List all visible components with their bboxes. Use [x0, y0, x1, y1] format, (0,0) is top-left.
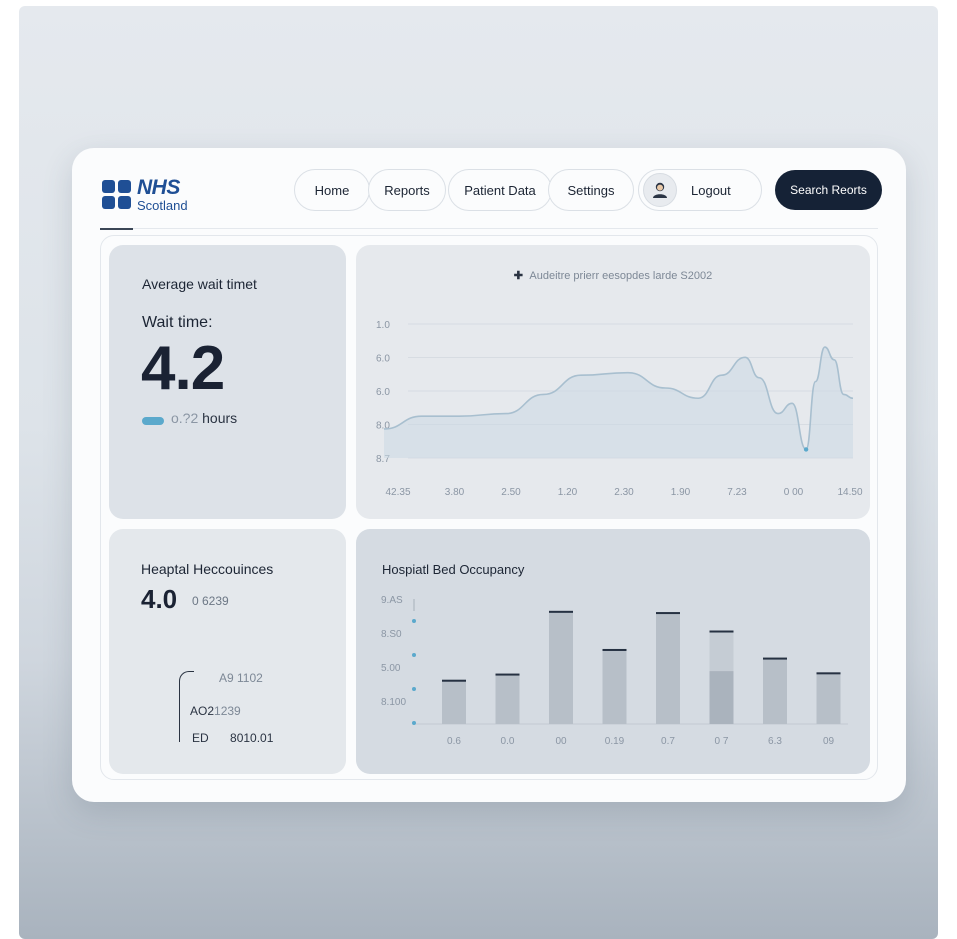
bar-cap — [816, 672, 841, 675]
x-tick-label: 0.6 — [447, 736, 461, 747]
y-tick-label: 6.0 — [376, 354, 390, 365]
x-tick-label: 1.90 — [671, 487, 691, 498]
y-tick-label: 9.AS — [381, 595, 403, 606]
nhs-logo[interactable]: NHS Scotland — [102, 175, 188, 213]
x-tick-label: 7.23 — [727, 487, 747, 498]
x-tick-label: 0 7 — [715, 736, 729, 747]
bar-overlay — [709, 671, 734, 724]
wait-sub-value: o.?2 — [171, 410, 199, 426]
logo-region: Scotland — [137, 197, 188, 213]
x-tick-label: 1.20 — [558, 487, 578, 498]
x-tick-label: 0 00 — [784, 487, 804, 498]
y-tick-dot — [412, 653, 416, 657]
bar-cap — [495, 673, 520, 676]
x-tick-label: 6.3 — [768, 736, 782, 747]
nav-settings-label: Settings — [567, 182, 615, 198]
line-point — [803, 447, 809, 452]
hospital-card: Heaptal Heccouinces 4.0 0 6239 A9 1102 A… — [109, 529, 346, 774]
bar — [816, 672, 841, 724]
hospital-card-title: Heaptal Heccouinces — [141, 561, 274, 577]
logo-grid-icon — [102, 179, 131, 209]
user-logout-control[interactable]: Logout — [638, 169, 762, 211]
x-tick-label: 2.30 — [614, 487, 634, 498]
line-chart-card: ✚ Audeitre prierr eesopdes larde S2002 1… — [356, 245, 870, 519]
bar — [763, 657, 787, 724]
logout-label[interactable]: Logout — [691, 183, 731, 198]
bar — [442, 679, 466, 724]
x-tick-label: 00 — [555, 736, 567, 747]
nav-patient-data-label: Patient Data — [464, 182, 536, 198]
x-tick-label: 09 — [823, 736, 835, 747]
x-tick-label: 0.0 — [501, 736, 515, 747]
y-tick-dot — [412, 619, 416, 623]
hospital-stat-3: ED 8010.01 — [192, 731, 273, 745]
x-tick-label: 3.80 — [445, 487, 465, 498]
bar-cap — [442, 679, 466, 682]
line-chart: 1.06.06.08.08.742.35 3.80 2.50 1.20 2.30 1.90… — [376, 320, 863, 498]
hospital-stat-1: A9 1102 — [219, 671, 263, 685]
search-reports-button[interactable]: Search Reorts — [775, 170, 882, 210]
y-tick-label: 5.00 — [381, 663, 401, 674]
bar — [549, 610, 573, 724]
y-tick-label: 8.S0 — [381, 629, 402, 640]
nav-home-label: Home — [314, 182, 350, 198]
bar-cap — [656, 612, 680, 615]
y-tick-label: 8.100 — [381, 697, 406, 708]
x-tick-label: 14.50 — [837, 487, 862, 498]
logo-name: NHS — [137, 175, 180, 199]
nav-reports[interactable]: Reports — [368, 169, 446, 211]
hospital-stat-3-value: 8010.01 — [230, 731, 274, 745]
hospital-stat-2: AO21239 — [190, 704, 241, 718]
header-divider — [100, 228, 878, 229]
bar-cap — [763, 657, 787, 660]
hospital-value: 4.0 — [141, 584, 178, 614]
x-tick-label: 0.19 — [605, 736, 625, 747]
line-area — [384, 347, 853, 458]
wait-unit: hours — [202, 410, 238, 426]
bar — [495, 673, 520, 724]
wait-indicator-pill — [142, 417, 164, 425]
bar-cap — [549, 610, 573, 613]
bar-cap — [709, 630, 734, 633]
nav-patient-data[interactable]: Patient Data — [448, 169, 552, 211]
bar-cap — [602, 648, 627, 651]
hospital-stat-3-label: ED — [192, 731, 209, 745]
y-tick-dot — [412, 721, 416, 725]
bar-chart: 9.AS 8.S0 5.00 8.100 0.6 0.0 00 0.19 0.7 0 7 6.3 09 — [381, 595, 848, 747]
search-reports-label: Search Reorts — [790, 183, 867, 197]
bed-occupancy-card: Hospiatl Bed Occupancy 9.AS 8.S0 5.00 8.100… — [356, 529, 870, 774]
active-indicator — [100, 228, 133, 230]
hospital-stat-1-value: A9 1102 — [219, 671, 263, 685]
bar — [656, 612, 680, 724]
wait-time-label: Wait time: — [142, 314, 213, 331]
x-tick-label: 0.7 — [661, 736, 675, 747]
x-tick-label: 42.35 — [385, 487, 410, 498]
hospital-stat-2-value: 1239 — [214, 704, 241, 718]
dashboard-window: NHS Scotland Home Reports Patient Data S… — [72, 148, 906, 802]
bar-upper — [709, 630, 734, 672]
nav-home[interactable]: Home — [294, 169, 370, 211]
wait-card-title: Average wait timet — [142, 276, 257, 292]
nav-reports-label: Reports — [384, 182, 430, 198]
user-avatar-icon[interactable] — [643, 173, 677, 207]
y-tick-label: 6.0 — [376, 387, 390, 398]
nav-settings[interactable]: Settings — [548, 169, 634, 211]
hospital-stat-2-label: AO2 — [190, 704, 215, 718]
wait-time-card: Average wait timet Wait time: 4.2 o.?2 h… — [109, 245, 346, 519]
wait-hours: o.?2 hours — [171, 410, 237, 426]
y-tick-label: 1.0 — [376, 320, 390, 331]
x-tick-label: 2.50 — [501, 487, 521, 498]
hospital-value-sub: 0 6239 — [192, 594, 229, 608]
y-tick-dot — [412, 687, 416, 691]
wait-time-value: 4.2 — [141, 334, 225, 403]
bar — [602, 648, 627, 724]
